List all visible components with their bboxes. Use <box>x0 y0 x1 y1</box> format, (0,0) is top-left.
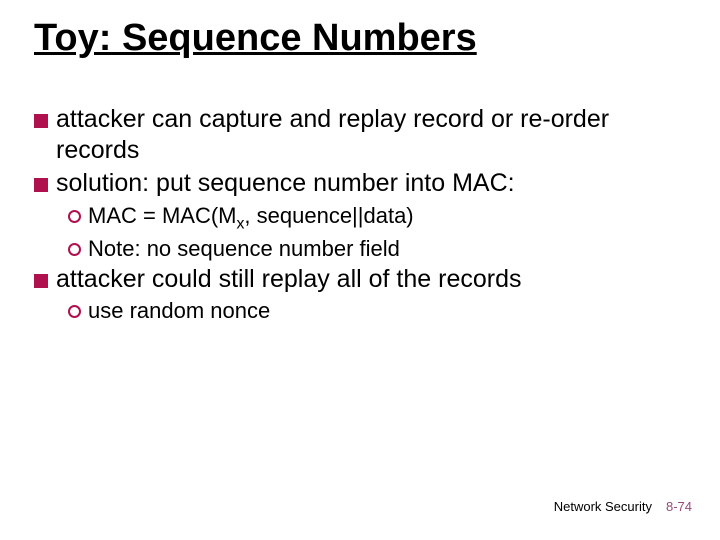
footer-page-number: 8-74 <box>666 499 692 514</box>
bullet-text: solution: put sequence number into MAC: <box>56 168 686 199</box>
subbullet-note: Note: no sequence number field <box>68 235 686 263</box>
square-bullet-icon <box>34 178 48 192</box>
slide-title: Toy: Sequence Numbers <box>34 18 686 60</box>
square-bullet-icon <box>34 114 48 128</box>
bullet-solution: solution: put sequence number into MAC: <box>34 168 686 199</box>
bullet-replay-all: attacker could still replay all of the r… <box>34 264 686 295</box>
circle-bullet-icon <box>68 243 81 256</box>
bullet-text: attacker could still replay all of the r… <box>56 264 686 295</box>
slide-footer: Network Security 8-74 <box>554 499 692 514</box>
circle-bullet-icon <box>68 305 81 318</box>
subbullet-text: MAC = MAC(Mx, sequence||data) <box>88 202 686 234</box>
subbullet-text: Note: no sequence number field <box>88 235 686 263</box>
circle-bullet-icon <box>68 210 81 223</box>
bullet-attacker-replay: attacker can capture and replay record o… <box>34 104 686 167</box>
subbullet-text: use random nonce <box>88 297 686 325</box>
slide-body: attacker can capture and replay record o… <box>34 104 686 325</box>
subbullet-mac-formula: MAC = MAC(Mx, sequence||data) <box>68 202 686 234</box>
subbullet-nonce: use random nonce <box>68 297 686 325</box>
footer-section: Network Security <box>554 499 652 514</box>
bullet-text: attacker can capture and replay record o… <box>56 104 686 167</box>
square-bullet-icon <box>34 274 48 288</box>
